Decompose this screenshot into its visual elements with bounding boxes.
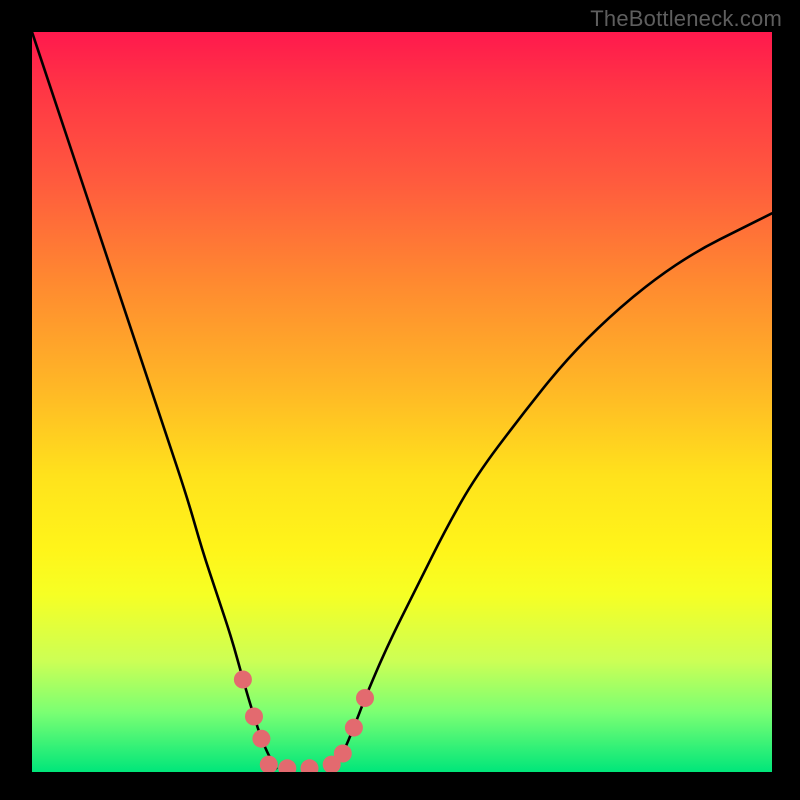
marker-dots-left-branch (234, 671, 252, 689)
marker-dots-right-branch (356, 689, 374, 707)
marker-dots-bottom (260, 756, 278, 772)
series-curve-right (335, 213, 772, 768)
series-curve-left (32, 32, 276, 768)
marker-dots-right-branch (345, 719, 363, 737)
marker-dots-left-branch (245, 708, 263, 726)
marker-dots-bottom (301, 759, 319, 772)
watermark-text: TheBottleneck.com (590, 6, 782, 32)
marker-dots-left-branch (252, 730, 270, 748)
marker-dots-bottom (278, 759, 296, 772)
chart-stage: TheBottleneck.com (0, 0, 800, 800)
marker-dots-right-branch (334, 745, 352, 763)
plot-area (32, 32, 772, 772)
chart-overlay (32, 32, 772, 772)
